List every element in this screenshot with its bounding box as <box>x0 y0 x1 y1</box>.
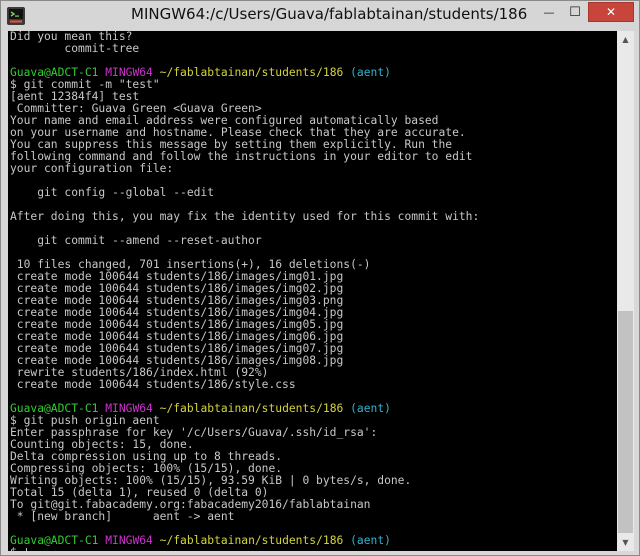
prompt-path: ~/fablabtainan/students/186 <box>159 402 344 415</box>
prompt-line: Guava@ADCT-C1 MINGW64 ~/fablabtainan/stu… <box>10 535 391 547</box>
git-bash-icon <box>7 7 25 25</box>
minimize-button[interactable]: — <box>536 2 562 22</box>
command-input-line[interactable]: $ <box>10 547 27 551</box>
prompt-branch: (aent) <box>350 534 391 547</box>
minimize-icon: — <box>543 5 555 19</box>
scrollbar-thumb[interactable] <box>618 311 633 533</box>
terminal-line: commit-tree <box>10 42 140 55</box>
close-button[interactable]: ✕ <box>588 2 634 22</box>
maximize-button[interactable]: ☐ <box>562 2 588 22</box>
close-icon: ✕ <box>605 5 617 19</box>
prompt-branch: (aent) <box>350 402 391 415</box>
terminal-line: your configuration file: <box>10 162 174 175</box>
prompt-branch: (aent) <box>350 66 391 79</box>
terminal-window: MINGW64:/c/Users/Guava/fablabtainan/stud… <box>0 0 640 556</box>
scroll-down-arrow-icon[interactable]: ▼ <box>617 534 634 551</box>
prompt-env: MINGW64 <box>105 534 153 547</box>
text-cursor <box>25 547 27 551</box>
terminal-line: git commit --amend --reset-author <box>10 234 262 247</box>
prompt-symbol: $ <box>10 546 24 552</box>
prompt-path: ~/fablabtainan/students/186 <box>159 534 344 547</box>
prompt-path: ~/fablabtainan/students/186 <box>159 66 344 79</box>
terminal-line: * [new branch] aent -> aent <box>10 510 235 523</box>
title-bar[interactable]: MINGW64:/c/Users/Guava/fablabtainan/stud… <box>1 1 639 31</box>
terminal-line: create mode 100644 students/186/style.cs… <box>10 378 296 391</box>
maximize-icon: ☐ <box>569 4 581 20</box>
scroll-up-arrow-icon[interactable]: ▲ <box>617 31 634 48</box>
window-title: MINGW64:/c/Users/Guava/fablabtainan/stud… <box>131 5 528 23</box>
vertical-scrollbar[interactable]: ▲ ▼ <box>617 31 634 551</box>
terminal-line: After doing this, you may fix the identi… <box>10 210 480 223</box>
terminal-output[interactable]: Did you mean this? commit-tree Guava@ADC… <box>8 31 617 551</box>
terminal-line: git config --global --edit <box>10 186 215 199</box>
